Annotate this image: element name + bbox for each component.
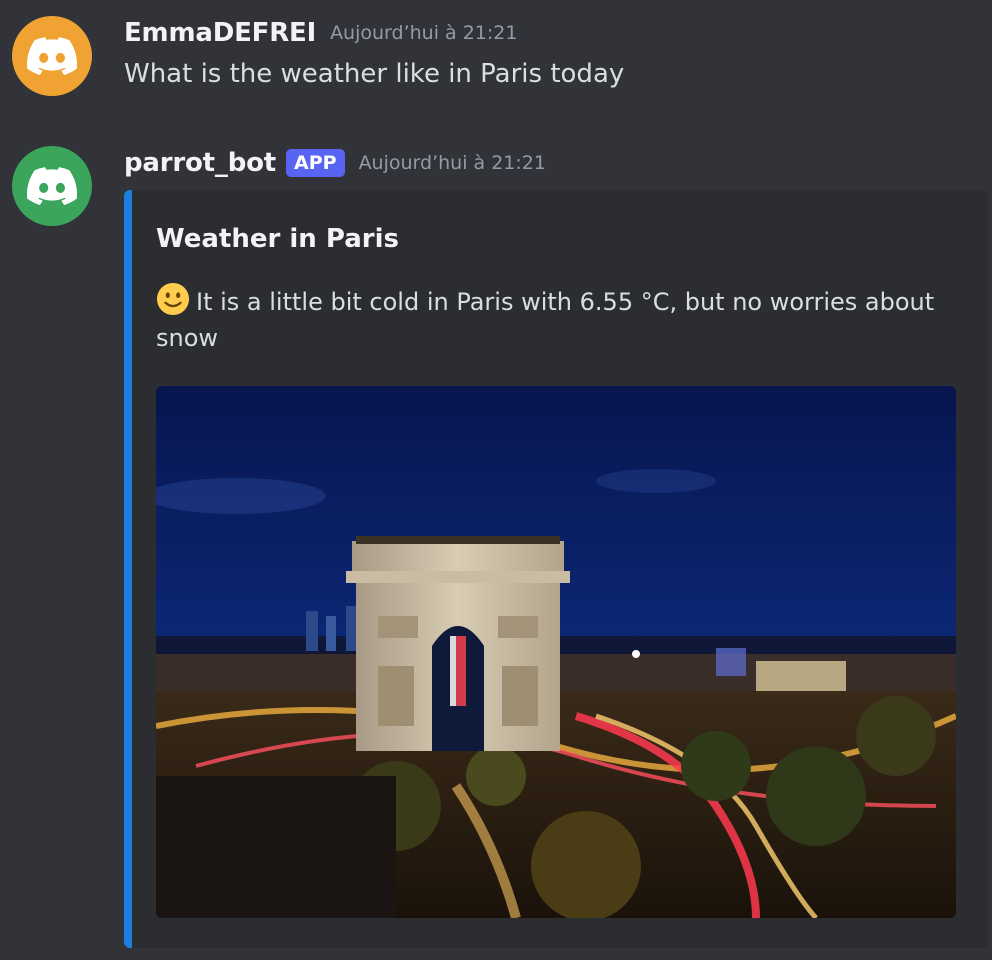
embed-description: It is a little bit cold in Paris with 6.… — [156, 282, 956, 356]
username[interactable]: EmmaDEFREI — [124, 18, 316, 48]
message-header: EmmaDEFREI Aujourd’hui à 21:21 — [124, 18, 517, 48]
arc-de-triomphe-photo — [156, 386, 956, 918]
bot-avatar[interactable] — [12, 146, 92, 226]
weather-embed: Weather in Paris It is a little bit cold… — [124, 190, 988, 948]
discord-logo-icon — [27, 37, 77, 75]
timestamp[interactable]: Aujourd’hui à 21:21 — [359, 152, 546, 174]
user-avatar[interactable] — [12, 16, 92, 96]
message-text: What is the weather like in Paris today — [124, 59, 625, 89]
username[interactable]: parrot_bot — [124, 148, 276, 178]
slightly-smiling-face-icon — [156, 282, 190, 316]
message-header: parrot_bot APP Aujourd’hui à 21:21 — [124, 148, 546, 178]
discord-logo-icon — [27, 167, 77, 205]
embed-title: Weather in Paris — [156, 224, 399, 254]
embed-description-text: It is a little bit cold in Paris with 6.… — [156, 288, 935, 352]
timestamp[interactable]: Aujourd’hui à 21:21 — [330, 22, 517, 44]
embed-image[interactable] — [156, 386, 956, 918]
app-badge: APP — [286, 149, 345, 177]
